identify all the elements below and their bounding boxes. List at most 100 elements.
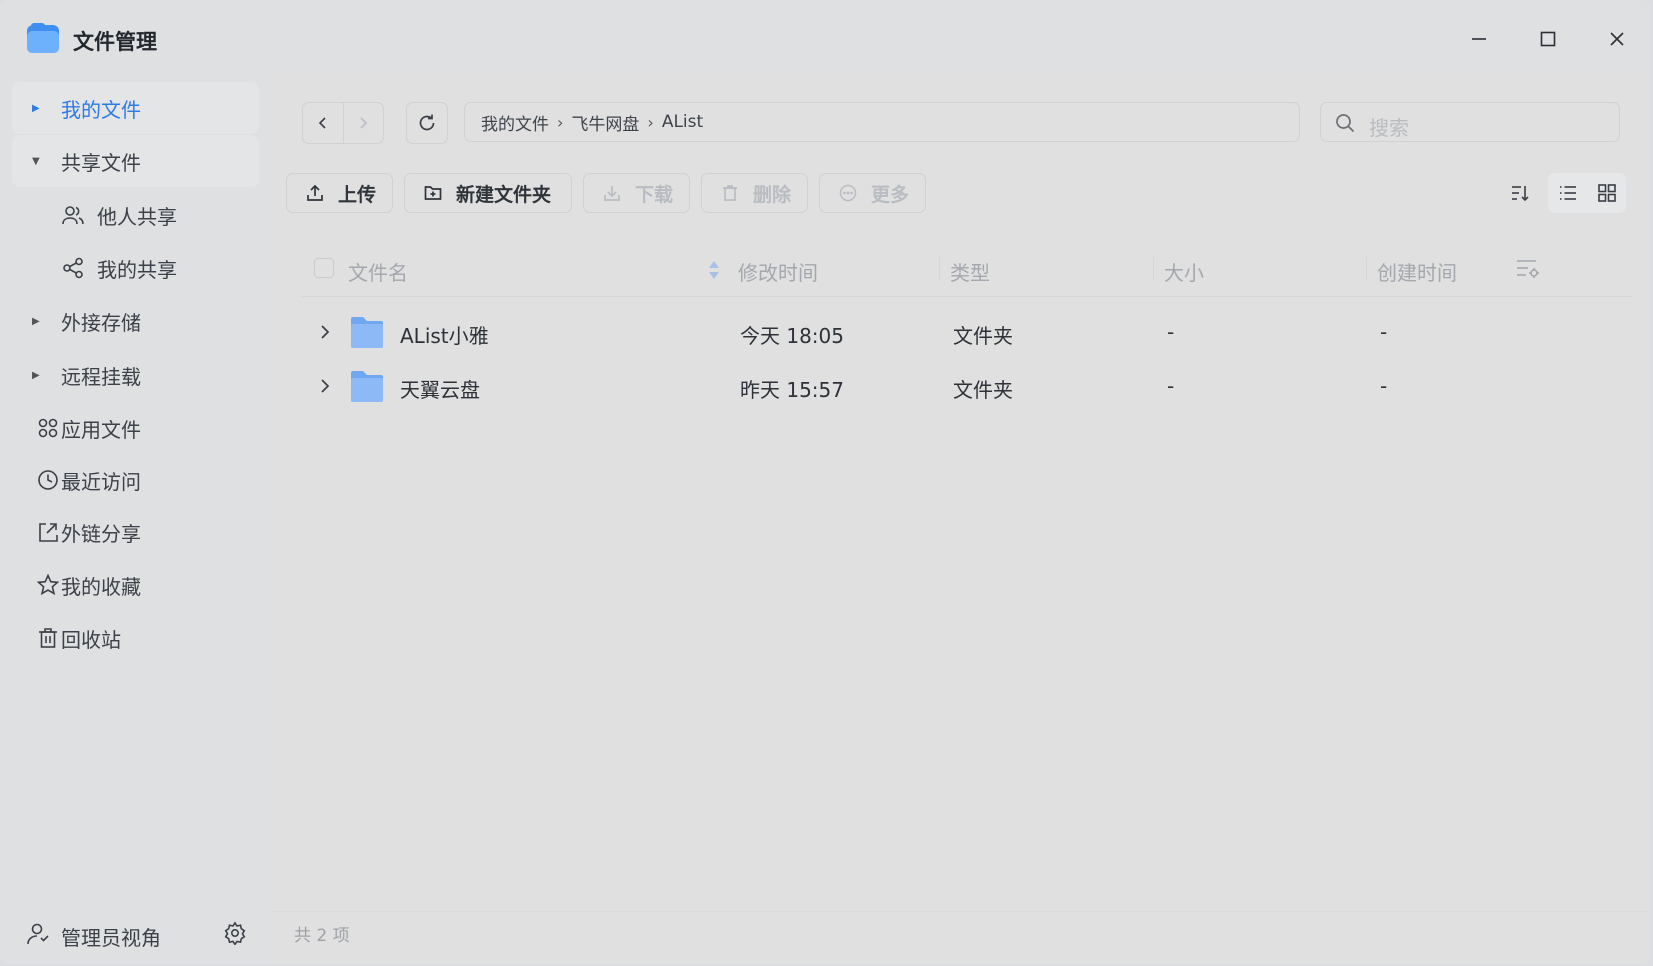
list-view-icon (1559, 186, 1576, 200)
column-header-name[interactable]: 文件名 (348, 257, 408, 286)
column-settings-icon[interactable] (1516, 258, 1540, 280)
more-label: 更多 (871, 183, 910, 206)
breadcrumb-item[interactable]: 飞牛网盘 (571, 110, 639, 135)
file-manager-window: 文件管理 ▶ 我的文件 ▼ 共享文件 他人共享 我的共享 ▶ 外接存储 ▶ 远程… (0, 0, 1650, 964)
sidebar-footer: 管理员视角 (0, 904, 270, 964)
created-time: - (1380, 320, 1388, 344)
column-header-type[interactable]: 类型 (950, 257, 990, 286)
sidebar-item-external-storage[interactable]: ▶ 外接存储 (12, 295, 259, 347)
sidebar-item-my-shares[interactable]: 我的共享 (12, 242, 259, 294)
title-bar: 文件管理 (0, 0, 1650, 78)
list-view-button[interactable] (1548, 173, 1587, 213)
new-folder-label: 新建文件夹 (456, 183, 552, 206)
download-button[interactable]: 下载 (583, 173, 690, 213)
upload-button[interactable]: 上传 (286, 173, 393, 213)
download-icon (604, 186, 620, 201)
column-divider[interactable] (1366, 257, 1367, 281)
folder-icon (351, 317, 383, 348)
sidebar-item-my-files[interactable]: ▶ 我的文件 (12, 82, 259, 134)
clock-icon (38, 470, 58, 490)
caret-right-icon: ▶ (32, 369, 40, 381)
delete-label: 删除 (753, 183, 792, 206)
admin-view-label[interactable]: 管理员视角 (61, 922, 161, 951)
file-size: - (1167, 374, 1175, 398)
status-divider (272, 911, 1650, 912)
folder-app-icon (27, 23, 59, 53)
caret-right-icon: ▶ (32, 315, 40, 327)
refresh-icon (419, 114, 435, 131)
grid-view-button[interactable] (1587, 173, 1626, 213)
more-circle-icon (839, 184, 857, 202)
sort-arrows-icon[interactable] (708, 260, 720, 280)
column-divider[interactable] (939, 257, 940, 281)
search-icon (1336, 114, 1355, 133)
breadcrumb-item[interactable]: AList (662, 112, 703, 132)
folder-plus-icon (424, 186, 442, 200)
sort-icon (1512, 186, 1529, 202)
refresh-button[interactable] (406, 102, 448, 144)
column-header-size[interactable]: 大小 (1164, 257, 1204, 286)
chevron-right-icon[interactable] (318, 378, 332, 394)
modified-time: 昨天 15:57 (740, 378, 844, 402)
column-divider[interactable] (1153, 257, 1154, 281)
sidebar-item-recent[interactable]: 最近访问 (12, 454, 259, 506)
close-icon (1610, 32, 1624, 46)
caret-right-icon: ▶ (32, 102, 40, 114)
sort-button[interactable] (1500, 173, 1540, 213)
sidebar-item-favorites[interactable]: 我的收藏 (12, 559, 259, 611)
history-nav (302, 102, 384, 144)
window-title: 文件管理 (73, 30, 157, 54)
modified-time: 今天 18:05 (740, 324, 844, 348)
folder-icon (351, 371, 383, 402)
users-icon (62, 206, 84, 225)
gear-icon[interactable] (223, 921, 247, 945)
sidebar-item-app-files[interactable]: 应用文件 (12, 402, 259, 454)
share-nodes-icon (63, 257, 83, 279)
table-row[interactable]: AList小雅 今天 18:05 文件夹 - - (302, 306, 1632, 359)
sidebar-item-label: 最近访问 (61, 469, 141, 494)
admin-user-icon (27, 923, 49, 945)
close-button[interactable] (1602, 24, 1632, 54)
table-row[interactable]: 天翼云盘 昨天 15:57 文件夹 - - (302, 360, 1632, 413)
breadcrumb-separator-icon: › (647, 112, 654, 132)
sidebar-item-others-shared[interactable]: 他人共享 (12, 189, 259, 241)
sidebar-item-shared-files[interactable]: ▼ 共享文件 (12, 135, 259, 187)
sidebar-item-label: 我的文件 (61, 97, 141, 122)
maximize-button[interactable] (1533, 24, 1563, 54)
sidebar-item-recycle-bin[interactable]: 回收站 (12, 612, 259, 664)
trash-icon (39, 628, 57, 648)
sidebar-item-remote-mount[interactable]: ▶ 远程挂载 (12, 349, 259, 401)
sidebar-item-label: 远程挂载 (61, 364, 141, 389)
column-header-created[interactable]: 创建时间 (1377, 257, 1457, 286)
breadcrumb-separator-icon: › (557, 112, 564, 132)
column-header-modified[interactable]: 修改时间 (738, 257, 818, 286)
sidebar-item-label: 回收站 (61, 627, 121, 652)
sidebar-item-label: 应用文件 (61, 417, 141, 442)
download-label: 下载 (635, 183, 674, 206)
back-button[interactable] (303, 103, 343, 143)
file-name: AList小雅 (400, 324, 489, 348)
grid-view-icon (1597, 184, 1616, 202)
external-share-icon (39, 523, 58, 542)
upload-label: 上传 (338, 183, 377, 206)
select-all-checkbox[interactable] (314, 258, 334, 278)
minimize-icon (1472, 38, 1486, 40)
more-button[interactable]: 更多 (819, 173, 926, 213)
main-panel: 我的文件 › 飞牛网盘 › AList 搜索 上传 新建文件夹 下载 删除 更多… (272, 72, 1650, 964)
new-folder-button[interactable]: 新建文件夹 (404, 173, 572, 213)
file-size: - (1167, 320, 1175, 344)
search-input[interactable]: 搜索 (1320, 102, 1620, 142)
item-count: 共 2 项 (294, 926, 350, 946)
star-icon (37, 574, 59, 596)
forward-button[interactable] (342, 103, 384, 143)
delete-button[interactable]: 删除 (701, 173, 808, 213)
caret-down-icon: ▼ (32, 155, 40, 167)
chevron-left-icon (318, 117, 326, 129)
breadcrumb-item[interactable]: 我的文件 (481, 110, 549, 135)
sidebar: ▶ 我的文件 ▼ 共享文件 他人共享 我的共享 ▶ 外接存储 ▶ 远程挂载 应用… (0, 78, 270, 964)
chevron-right-icon[interactable] (318, 324, 332, 340)
sidebar-item-label: 外接存储 (61, 310, 141, 335)
minimize-button[interactable] (1464, 24, 1494, 54)
sidebar-item-link-share[interactable]: 外链分享 (12, 506, 259, 558)
table-header: 文件名 修改时间 类型 大小 创建时间 (302, 242, 1632, 297)
